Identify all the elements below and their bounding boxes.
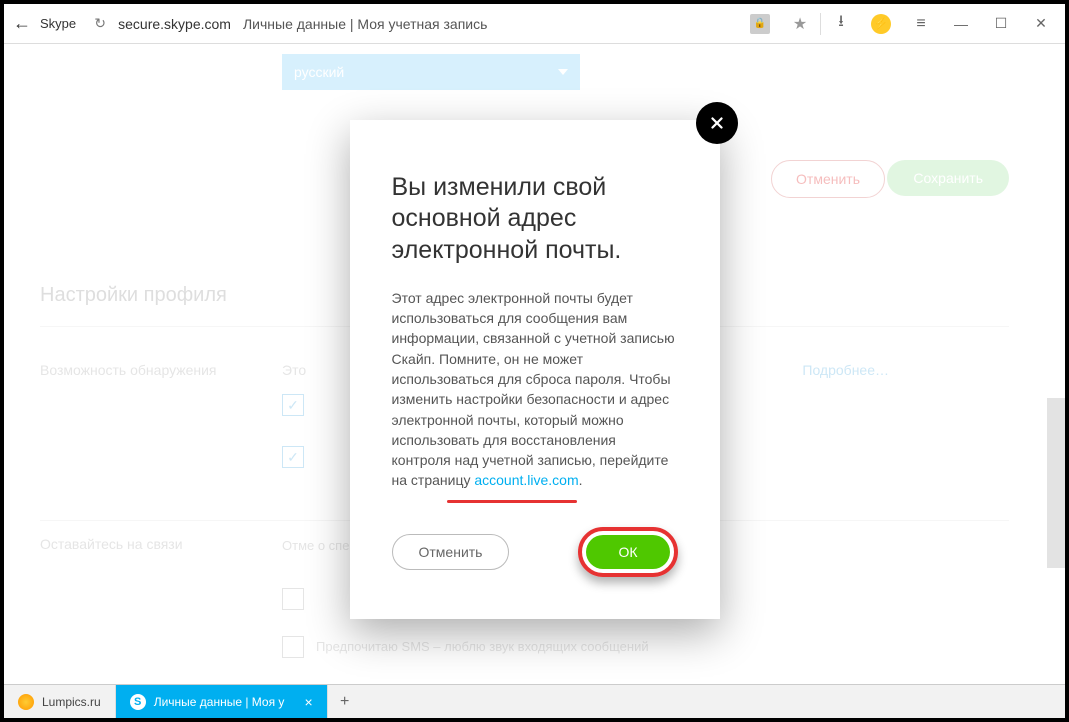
taskbar-tab-2-label: Личные данные | Моя у [154, 695, 285, 709]
close-window-button[interactable]: ✕ [1021, 4, 1061, 44]
taskbar: Lumpics.ru S Личные данные | Моя у × + [4, 684, 1065, 718]
modal-wrap: Вы изменили свой основной адрес электрон… [350, 120, 720, 619]
modal-body: Этот адрес электронной почты будет испол… [392, 288, 678, 491]
minimize-button[interactable]: — [941, 4, 981, 44]
lock-icon[interactable]: 🔒 [740, 4, 780, 44]
new-tab-button[interactable]: + [328, 685, 362, 718]
taskbar-tab-1-label: Lumpics.ru [42, 695, 101, 709]
modal-buttons: Отменить ОК [392, 527, 678, 577]
star-icon[interactable]: ★ [780, 4, 820, 44]
url-page-title: Личные данные | Моя учетная запись [243, 16, 487, 32]
tab-label: Skype [40, 16, 76, 31]
modal-cancel-button[interactable]: Отменить [392, 534, 510, 570]
extension-icon[interactable]: ⚡ [861, 4, 901, 44]
titlebar: ← Skype ↻ secure.skype.com Личные данные… [4, 4, 1065, 44]
content-area: русский Отменить Сохранить Настройки про… [4, 44, 1065, 684]
ok-highlight: ОК [578, 527, 677, 577]
modal-overlay: Вы изменили свой основной адрес электрон… [4, 44, 1065, 684]
taskbar-tab-2[interactable]: S Личные данные | Моя у × [116, 685, 328, 718]
tab-close-icon[interactable]: × [304, 694, 312, 710]
annotation-underline [447, 500, 577, 503]
account-link[interactable]: account.live.com [474, 472, 578, 488]
favicon-lumpics [18, 694, 34, 710]
modal-body-text: Этот адрес электронной почты будет испол… [392, 290, 675, 489]
maximize-button[interactable]: ☐ [981, 4, 1021, 44]
downloads-icon[interactable]: ⭳ [821, 4, 861, 44]
modal-close-button[interactable] [696, 102, 738, 144]
menu-icon[interactable]: ≡ [901, 4, 941, 44]
modal-title: Вы изменили свой основной адрес электрон… [392, 172, 678, 266]
modal: Вы изменили свой основной адрес электрон… [350, 120, 720, 619]
modal-ok-button[interactable]: ОК [586, 535, 669, 569]
modal-body-punct: . [579, 472, 583, 488]
url-domain[interactable]: secure.skype.com [118, 16, 231, 32]
reload-icon[interactable]: ↻ [88, 12, 112, 36]
app-window: ← Skype ↻ secure.skype.com Личные данные… [4, 4, 1065, 718]
back-button[interactable]: ← [8, 10, 36, 38]
taskbar-tab-1[interactable]: Lumpics.ru [4, 685, 116, 718]
close-icon [708, 114, 726, 132]
favicon-skype: S [130, 694, 146, 710]
